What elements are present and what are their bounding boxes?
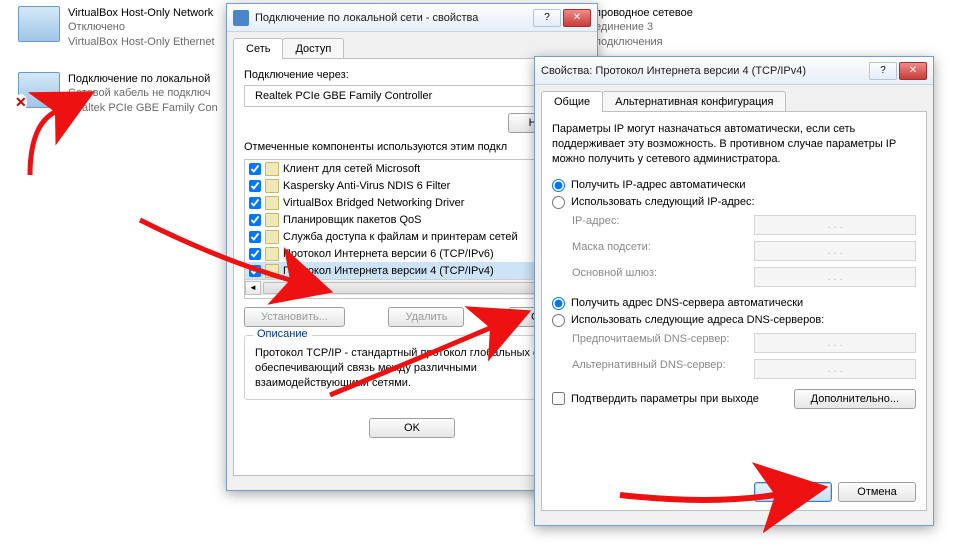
- ip-manual-radio[interactable]: [552, 196, 565, 209]
- close-button[interactable]: ✕: [899, 62, 927, 80]
- dns-manual-radio[interactable]: [552, 314, 565, 327]
- horizontal-scrollbar[interactable]: ◄►: [245, 279, 579, 295]
- subnet-mask-field[interactable]: . . .: [754, 241, 916, 261]
- list-item: Служба доступа к файлам и принтерам сете…: [245, 228, 579, 245]
- tab-network[interactable]: Сеть: [233, 38, 283, 59]
- conn2-line3: подключения: [595, 35, 693, 49]
- tab-alt-config[interactable]: Альтернативная конфигурация: [602, 91, 786, 112]
- conn2-title: проводное сетевое: [595, 6, 693, 20]
- remove-button[interactable]: Удалить: [388, 307, 464, 327]
- window-title: Подключение по локальной сети - свойства: [255, 12, 533, 24]
- ip-auto-label: Получить IP-адрес автоматически: [571, 179, 745, 191]
- components-label: Отмеченные компоненты используются этим …: [244, 141, 580, 153]
- dns-auto-label: Получить адрес DNS-сервера автоматически: [571, 297, 803, 309]
- list-item: VirtualBox Bridged Networking Driver: [245, 194, 579, 211]
- advanced-button[interactable]: Дополнительно...: [794, 389, 916, 409]
- ip-auto-radio[interactable]: [552, 179, 565, 192]
- dns-alt-label: Альтернативный DNS-сервер:: [572, 359, 742, 379]
- list-item: Планировщик пакетов QoS: [245, 211, 579, 228]
- ip-address-label: IP-адрес:: [572, 215, 742, 235]
- ok-button[interactable]: OK: [369, 418, 455, 438]
- network-adapter-disconnected-icon: [18, 72, 60, 108]
- window-icon: [233, 10, 249, 26]
- help-button[interactable]: ?: [533, 9, 561, 27]
- description-text: Протокол TCP/IP - стандартный протокол г…: [255, 346, 569, 391]
- dns-pref-field[interactable]: . . .: [754, 333, 916, 353]
- dns-alt-field[interactable]: . . .: [754, 359, 916, 379]
- list-item: Протокол Интернета версии 6 (TCP/IPv6): [245, 245, 579, 262]
- ip-manual-label: Использовать следующий IP-адрес:: [571, 196, 755, 208]
- close-button[interactable]: ✕: [563, 9, 591, 27]
- conn3-adapter: Realtek PCIe GBE Family Con: [68, 101, 218, 115]
- component-icon: [265, 247, 279, 261]
- install-button[interactable]: Установить...: [244, 307, 345, 327]
- conn1-status: Отключено: [68, 20, 215, 34]
- tab-access[interactable]: Доступ: [282, 38, 344, 59]
- component-icon: [265, 179, 279, 193]
- ip-address-field[interactable]: . . .: [754, 215, 916, 235]
- ipv4-intro: Параметры IP могут назначаться автоматич…: [552, 122, 916, 167]
- gateway-label: Основной шлюз:: [572, 267, 742, 287]
- component-icon: [265, 162, 279, 176]
- component-icon: [265, 230, 279, 244]
- list-item-ipv4: Протокол Интернета версии 4 (TCP/IPv4): [245, 262, 579, 279]
- help-button[interactable]: ?: [869, 62, 897, 80]
- ipv4-properties-window: Свойства: Протокол Интернета версии 4 (T…: [534, 56, 934, 526]
- confirm-on-exit-checkbox[interactable]: [552, 392, 565, 405]
- confirm-on-exit-label: Подтвердить параметры при выходе: [571, 393, 759, 405]
- list-item: Клиент для сетей Microsoft: [245, 160, 579, 177]
- component-icon: [265, 264, 279, 278]
- ok-button[interactable]: OK: [754, 482, 832, 502]
- cancel-button[interactable]: Отмена: [838, 482, 916, 502]
- connect-via-label: Подключение через:: [244, 69, 580, 81]
- tab-general[interactable]: Общие: [541, 91, 603, 112]
- components-list[interactable]: Клиент для сетей Microsoft Kaspersky Ant…: [244, 159, 580, 299]
- conn3-status: Сетевой кабель не подключ: [68, 86, 218, 100]
- ipv4-window-title: Свойства: Протокол Интернета версии 4 (T…: [541, 65, 869, 77]
- conn1-title: VirtualBox Host-Only Network: [68, 6, 215, 20]
- dns-manual-label: Использовать следующие адреса DNS-сервер…: [571, 314, 824, 326]
- list-item: Kaspersky Anti-Virus NDIS 6 Filter: [245, 177, 579, 194]
- conn1-adapter: VirtualBox Host-Only Ethernet: [68, 35, 215, 49]
- gateway-field[interactable]: . . .: [754, 267, 916, 287]
- conn3-title: Подключение по локальной: [68, 72, 218, 86]
- conn2-line2: единение 3: [595, 20, 693, 34]
- network-adapter-icon: [18, 6, 60, 42]
- dns-pref-label: Предпочитаемый DNS-сервер:: [572, 333, 742, 353]
- subnet-mask-label: Маска подсети:: [572, 241, 742, 261]
- component-icon: [265, 196, 279, 210]
- description-title: Описание: [253, 328, 312, 340]
- component-icon: [265, 213, 279, 227]
- dns-auto-radio[interactable]: [552, 297, 565, 310]
- adapter-name: Realtek PCIe GBE Family Controller: [255, 90, 432, 102]
